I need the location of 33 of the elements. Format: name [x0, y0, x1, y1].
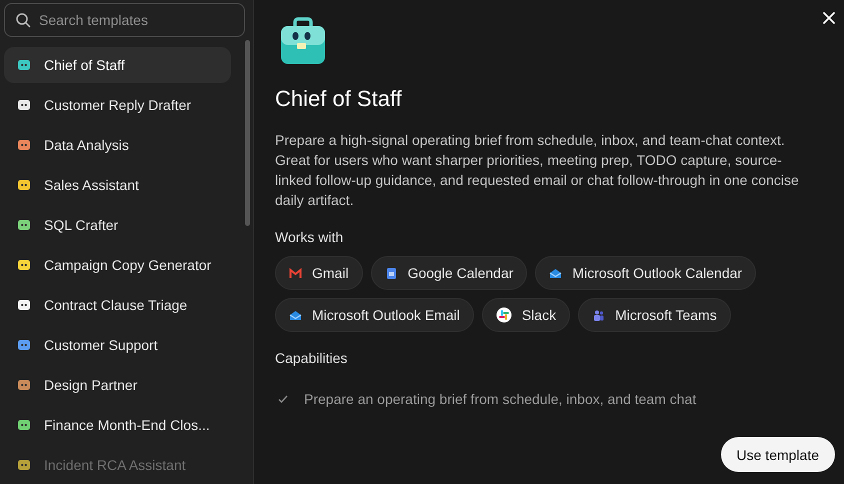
integration-chip: Slack — [482, 298, 570, 332]
capability-text: Prepare an operating brief from schedule, inbox, and team chat — [304, 391, 696, 407]
close-icon[interactable] — [822, 11, 836, 25]
mail-icon — [289, 266, 302, 280]
envelope-icon — [549, 266, 562, 280]
slack-icon — [496, 307, 512, 323]
search-field[interactable]: Search templates — [4, 3, 245, 37]
template-item[interactable]: Sales Assistant — [4, 167, 231, 203]
template-item[interactable]: Design Partner — [4, 367, 231, 403]
check-icon — [277, 393, 289, 405]
template-item[interactable]: Customer Support — [4, 327, 231, 363]
integration-chip: Microsoft Outlook Calendar — [535, 256, 756, 290]
template-item[interactable]: Finance Month-End Clos... — [4, 407, 231, 443]
people-icon — [592, 308, 606, 322]
template-item[interactable]: Customer Reply Drafter — [4, 87, 231, 123]
use-template-button[interactable]: Use template — [720, 437, 835, 472]
section-heading: Works with — [275, 229, 344, 245]
template-item[interactable]: Chief of Staff — [4, 47, 231, 83]
integration-chip: Gmail — [275, 256, 363, 290]
briefcase-icon — [278, 16, 328, 66]
template-item[interactable]: Campaign Copy Generator — [4, 247, 231, 283]
template-title: Chief of Staff — [275, 86, 403, 112]
template-item[interactable]: Contract Clause Triage — [4, 287, 231, 323]
calendar-icon — [384, 266, 398, 280]
integration-chip: Microsoft Teams — [578, 298, 731, 332]
search-icon — [15, 12, 31, 28]
template-item[interactable]: Data Analysis — [4, 127, 231, 163]
envelope-icon — [289, 308, 302, 322]
section-heading: Capabilities — [275, 350, 348, 366]
template-description: Prepare a high-signal operating brief from schedule, inbox, and team-chat context. Great for users who want sharper priorities, meeting prep, TODO capture, source-linked follow-up guidance, and requested email or chat follow-through in one concise daily artifact. — [275, 131, 800, 210]
integration-chip: Google Calendar — [370, 256, 528, 290]
integration-chip: Microsoft Outlook Email — [275, 298, 474, 332]
template-item[interactable]: SQL Crafter — [4, 207, 231, 243]
